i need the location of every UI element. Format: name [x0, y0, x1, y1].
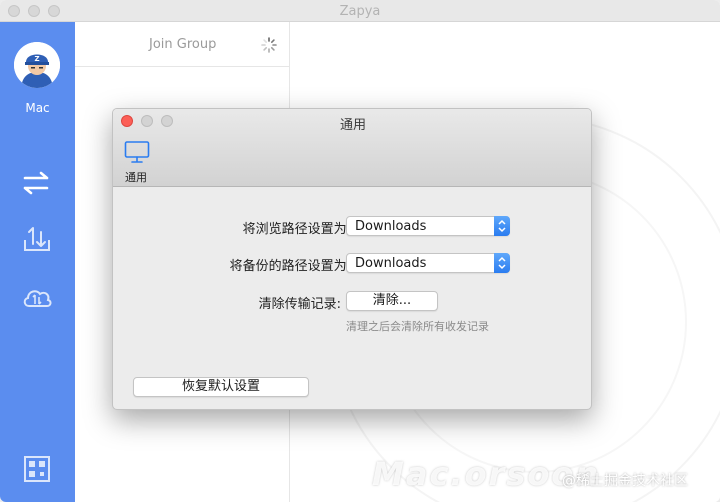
browse-path-value: Downloads [355, 219, 427, 234]
tab-general[interactable]: 通用 [125, 169, 147, 185]
cloud-transfer-icon[interactable] [20, 280, 54, 314]
popup-arrows-icon [494, 253, 510, 273]
avatar[interactable]: Z [14, 42, 60, 88]
sidebar: Z Mac [0, 22, 75, 502]
restore-defaults-button[interactable]: 恢复默认设置 [133, 377, 309, 397]
user-avatar-icon: Z [14, 42, 60, 88]
backup-path-select[interactable]: Downloads [346, 253, 510, 273]
browse-path-label: 将浏览路径设置为: [242, 222, 351, 237]
download-tray-icon[interactable] [20, 222, 54, 256]
join-group-button[interactable]: Join Group [149, 37, 216, 52]
backup-path-value: Downloads [355, 256, 427, 271]
dialog-toolbar: 通用 通用 [113, 109, 591, 187]
user-name: Mac [25, 101, 50, 115]
clear-history-hint: 清理之后会清除所有收发记录 [346, 320, 489, 333]
window-title: Zapya [339, 4, 381, 19]
svg-text:Z: Z [34, 55, 39, 63]
transfer-icon[interactable] [20, 166, 54, 200]
dialog-title: 通用 [339, 118, 366, 133]
preferences-dialog: 通用 通用 将浏览路径设置为: Downloads 将备份的路径设置为: Dow… [112, 108, 592, 410]
loading-spinner-icon [261, 37, 277, 53]
browse-path-select[interactable]: Downloads [346, 216, 510, 236]
credit-text: @稀土掘金技术社区 [562, 473, 688, 489]
monitor-icon[interactable] [124, 139, 150, 165]
qr-code-icon[interactable] [20, 452, 54, 486]
title-bar: Zapya [0, 0, 720, 22]
popup-arrows-icon [494, 216, 510, 236]
clear-history-button[interactable]: 清除... [346, 291, 438, 311]
panel-header: Join Group [75, 22, 290, 67]
clear-history-label: 清除传输记录: [258, 297, 341, 312]
backup-path-label: 将备份的路径设置为: [229, 259, 351, 274]
